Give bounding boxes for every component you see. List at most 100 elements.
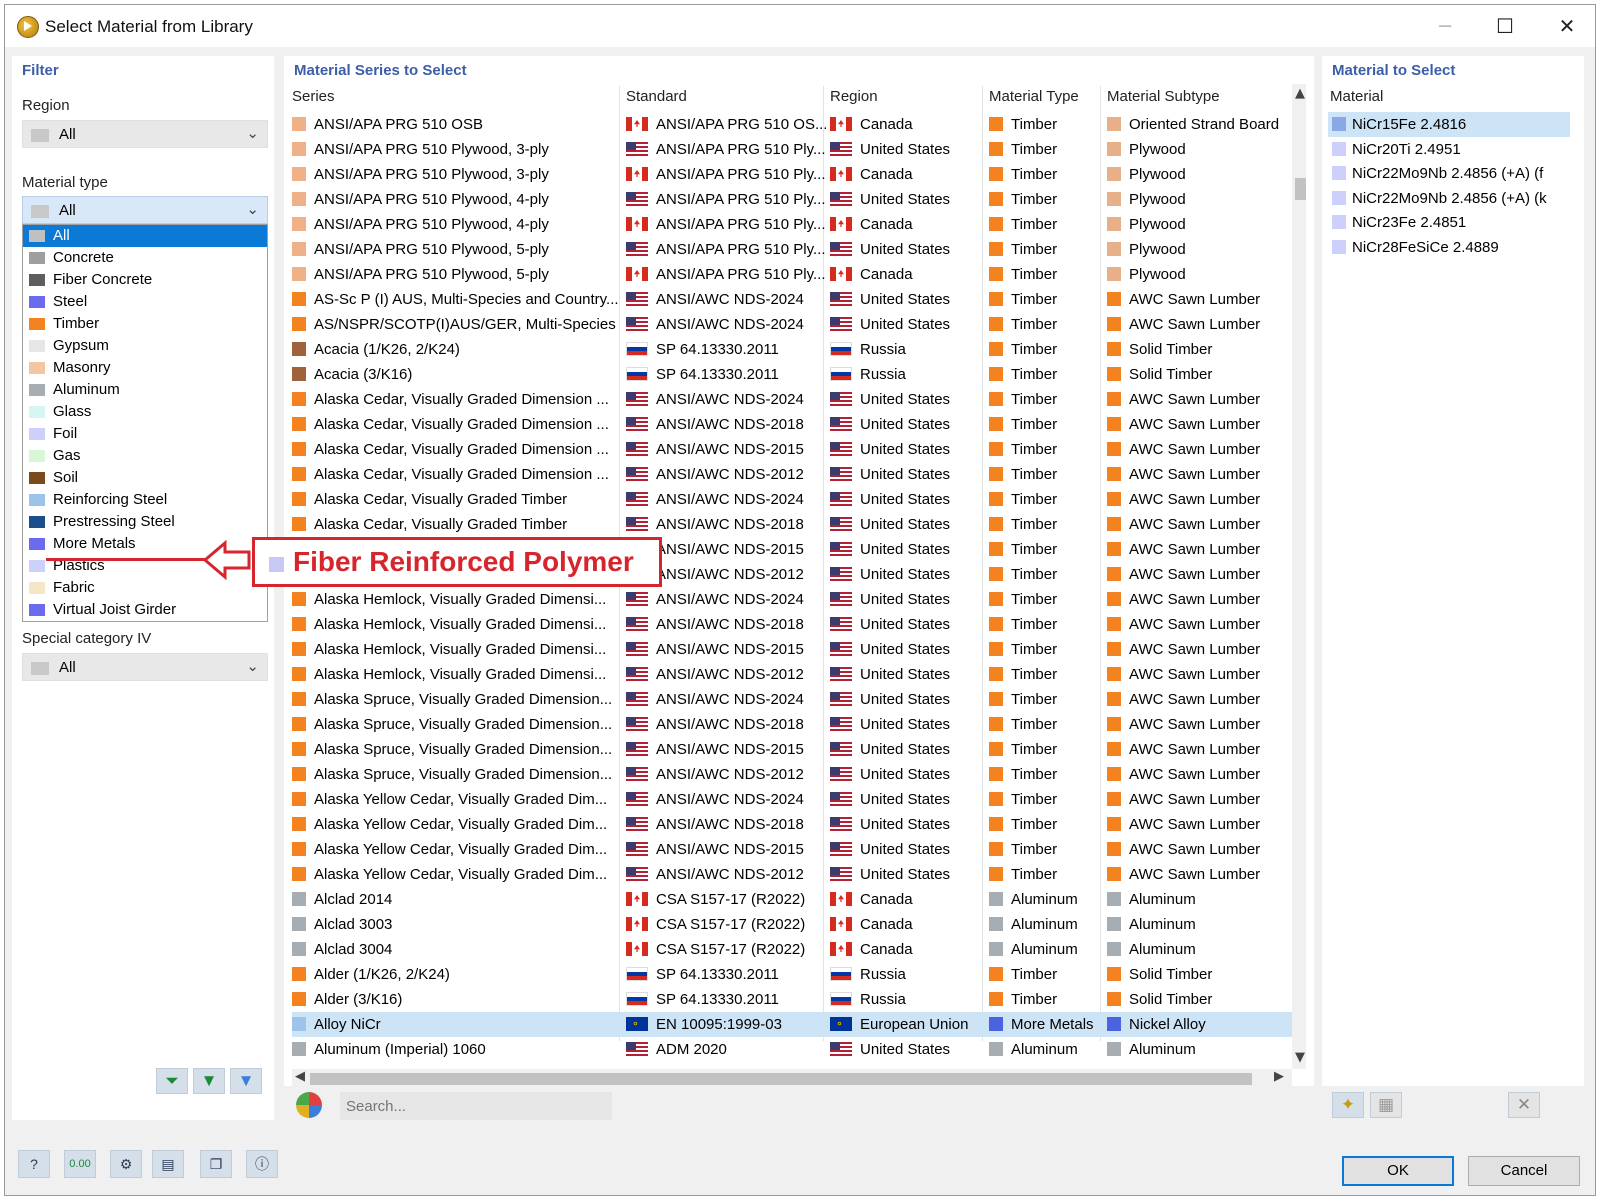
material-list-item[interactable]: NiCr23Fe 2.4851 (1328, 210, 1570, 235)
scrollbar-thumb[interactable] (1295, 178, 1306, 200)
table-row[interactable]: Alaska Spruce, Visually Graded Dimension… (292, 712, 1292, 737)
table-row[interactable]: Alaska Spruce, Visually Graded Dimension… (292, 687, 1292, 712)
table-row[interactable]: Alder (1/K26, 2/K24) SP 64.13330.2011 Russ… (292, 962, 1292, 987)
material-types-icon[interactable] (296, 1092, 322, 1118)
table-row[interactable]: Alclad 3004 CSA S157-17 (R2022) Canada Alum… (292, 937, 1292, 962)
column-header-region[interactable]: Region (830, 88, 878, 105)
table-row[interactable]: ANSI/APA PRG 510 Plywood, 3-ply ANSI/APA … (292, 137, 1292, 162)
table-row[interactable]: Alaska Cedar, Visually Graded Dimension … (292, 462, 1292, 487)
favorites-button[interactable]: ▤ (152, 1150, 184, 1178)
material-list-item[interactable]: NiCr22Mo9Nb 2.4856 (+A) (f (1328, 161, 1570, 186)
table-row[interactable]: Alaska Yellow Cedar, Visually Graded Dim… (292, 837, 1292, 862)
cancel-button[interactable]: Cancel (1468, 1156, 1580, 1186)
column-header-standard[interactable]: Standard (626, 88, 687, 105)
table-cell-material-type: Timber (989, 812, 1105, 837)
delete-material-button[interactable]: ✕ (1508, 1092, 1540, 1118)
material-list-item[interactable]: NiCr15Fe 2.4816 (1328, 112, 1570, 137)
material-type-option[interactable]: Timber (23, 313, 267, 335)
table-row[interactable]: AS/NSPR/SCOTP(I)AUS/GER, Multi-Species .… (292, 312, 1292, 337)
program-options-button[interactable]: ⚙ (110, 1150, 142, 1178)
special-category-select[interactable]: All ⌄ (22, 653, 268, 681)
clear-filter-button[interactable]: ⏷ (156, 1068, 188, 1094)
material-color-swatch (989, 792, 1003, 806)
column-header-material-subtype[interactable]: Material Subtype (1107, 88, 1220, 105)
close-button[interactable]: ✕ (1547, 11, 1587, 41)
material-type-option[interactable]: Virtual Joist Girder (23, 599, 267, 621)
table-row[interactable]: ANSI/APA PRG 510 Plywood, 4-ply ANSI/APA … (292, 187, 1292, 212)
table-row[interactable]: Alaska Hemlock, Visually Graded Dimensi.… (292, 587, 1292, 612)
table-row[interactable]: ANSI/APA PRG 510 OSB ANSI/APA PRG 510 OS.… (292, 112, 1292, 137)
material-type-select[interactable]: All ⌄ (22, 196, 268, 224)
filter-options-button[interactable]: ▼ (230, 1068, 262, 1094)
table-row[interactable]: Alaska Cedar, Visually Graded Timber ANSI… (292, 512, 1292, 537)
table-row[interactable]: ANSI/APA PRG 510 Plywood, 5-ply ANSI/APA … (292, 237, 1292, 262)
table-row[interactable]: Alaska Spruce, Visually Graded Dimension… (292, 762, 1292, 787)
material-type-option[interactable]: Gypsum (23, 335, 267, 357)
apply-filter-button[interactable]: ▼ (193, 1068, 225, 1094)
table-row[interactable]: Alaska Yellow Cedar, Visually Graded Dim… (292, 812, 1292, 837)
table-row[interactable]: Acacia (1/K26, 2/K24) SP 64.13330.2011 Rus… (292, 337, 1292, 362)
help-button[interactable]: ? (18, 1150, 50, 1178)
table-row[interactable]: Alaska Cedar, Visually Graded Dimension … (292, 412, 1292, 437)
column-header-material-type[interactable]: Material Type (989, 88, 1079, 105)
table-row[interactable]: AS-Sc P (I) AUS, Multi-Species and Count… (292, 287, 1292, 312)
scroll-right-icon[interactable]: ▶ (1274, 1069, 1284, 1084)
search-input[interactable] (340, 1092, 612, 1120)
table-row[interactable]: Alclad 3003 CSA S157-17 (R2022) Canada Alum… (292, 912, 1292, 937)
edit-material-button[interactable]: ▦ (1370, 1092, 1402, 1118)
table-row[interactable]: Alaska Yellow Cedar, Visually Graded Dim… (292, 787, 1292, 812)
maximize-button[interactable]: ☐ (1485, 11, 1525, 41)
table-row[interactable]: Alaska Hemlock, Visually Graded Dimensi.… (292, 612, 1292, 637)
table-row[interactable]: Alclad 2014 CSA S157-17 (R2022) Canada Alum… (292, 887, 1292, 912)
scroll-down-icon[interactable]: ▼ (1295, 1050, 1305, 1065)
copy-button[interactable]: ❐ (200, 1150, 232, 1178)
material-type-option[interactable]: Fabric (23, 577, 267, 599)
table-cell-material-subtype: AWC Sawn Lumber (1107, 412, 1292, 437)
cell-text: AS-Sc P (I) AUS, Multi-Species and Count… (314, 291, 619, 308)
material-type-option[interactable]: Fiber Concrete (23, 269, 267, 291)
table-row[interactable]: Alaska Yellow Cedar, Visually Graded Dim… (292, 862, 1292, 887)
info-button[interactable]: ⓘ (246, 1150, 278, 1178)
material-type-option[interactable]: Reinforcing Steel (23, 489, 267, 511)
material-list-item[interactable]: NiCr20Ti 2.4951 (1328, 137, 1570, 162)
material-type-option[interactable]: Foil (23, 423, 267, 445)
material-type-option[interactable]: Soil (23, 467, 267, 489)
new-material-button[interactable]: ✦ (1332, 1092, 1364, 1118)
material-type-option[interactable]: Glass (23, 401, 267, 423)
table-row[interactable]: Alaska Cedar, Visually Graded Timber ANSI… (292, 487, 1292, 512)
table-row[interactable]: Alaska Hemlock, Visually Graded Dimensi.… (292, 637, 1292, 662)
minimize-button[interactable]: ─ (1425, 11, 1465, 41)
material-type-option[interactable]: Steel (23, 291, 267, 313)
column-header-series[interactable]: Series (292, 88, 335, 105)
material-type-option[interactable]: Aluminum (23, 379, 267, 401)
cell-text: Alaska Hemlock, Visually Graded Dimensi.… (314, 616, 607, 633)
vertical-scrollbar[interactable]: ▲ ▼ (1292, 84, 1306, 1069)
table-row[interactable]: ANSI/APA PRG 510 Plywood, 3-ply ANSI/APA … (292, 162, 1292, 187)
material-type-option[interactable]: Concrete (23, 247, 267, 269)
scrollbar-thumb[interactable] (310, 1073, 1252, 1085)
table-row[interactable]: Alloy NiCr EN 10095:1999-03 European Union… (292, 1012, 1292, 1037)
units-button[interactable]: 0.00 (64, 1150, 96, 1178)
material-type-option[interactable]: Gas (23, 445, 267, 467)
ok-button[interactable]: OK (1342, 1156, 1454, 1186)
region-select[interactable]: All ⌄ (22, 120, 268, 148)
material-type-option[interactable]: Prestressing Steel (23, 511, 267, 533)
table-row[interactable]: Aluminum (Imperial) 1060 ADM 2020 United S… (292, 1037, 1292, 1062)
scroll-left-icon[interactable]: ◀ (295, 1069, 305, 1084)
table-row[interactable]: Alaska Cedar, Visually Graded Dimension … (292, 437, 1292, 462)
material-color-swatch (989, 592, 1003, 606)
table-row[interactable]: Alder (3/K16) SP 64.13330.2011 Russia Timbe… (292, 987, 1292, 1012)
table-row[interactable]: ANSI/APA PRG 510 Plywood, 4-ply ANSI/APA … (292, 212, 1292, 237)
table-row[interactable]: Alaska Cedar, Visually Graded Dimension … (292, 387, 1292, 412)
table-row[interactable]: Acacia (3/K16) SP 64.13330.2011 Russia Timb… (292, 362, 1292, 387)
table-row[interactable]: Alaska Hemlock, Visually Graded Dimensi.… (292, 662, 1292, 687)
material-list-item[interactable]: NiCr28FeSiCe 2.4889 (1328, 235, 1570, 260)
material-list-item[interactable]: NiCr22Mo9Nb 2.4856 (+A) (k (1328, 186, 1570, 211)
scroll-up-icon[interactable]: ▲ (1295, 86, 1305, 101)
table-row[interactable]: ANSI/APA PRG 510 Plywood, 5-ply ANSI/APA … (292, 262, 1292, 287)
material-type-option[interactable]: Masonry (23, 357, 267, 379)
material-type-option[interactable]: All (23, 225, 267, 247)
flag-us-icon (830, 292, 852, 306)
cell-text: Alaska Yellow Cedar, Visually Graded Dim… (314, 791, 608, 808)
table-row[interactable]: Alaska Spruce, Visually Graded Dimension… (292, 737, 1292, 762)
